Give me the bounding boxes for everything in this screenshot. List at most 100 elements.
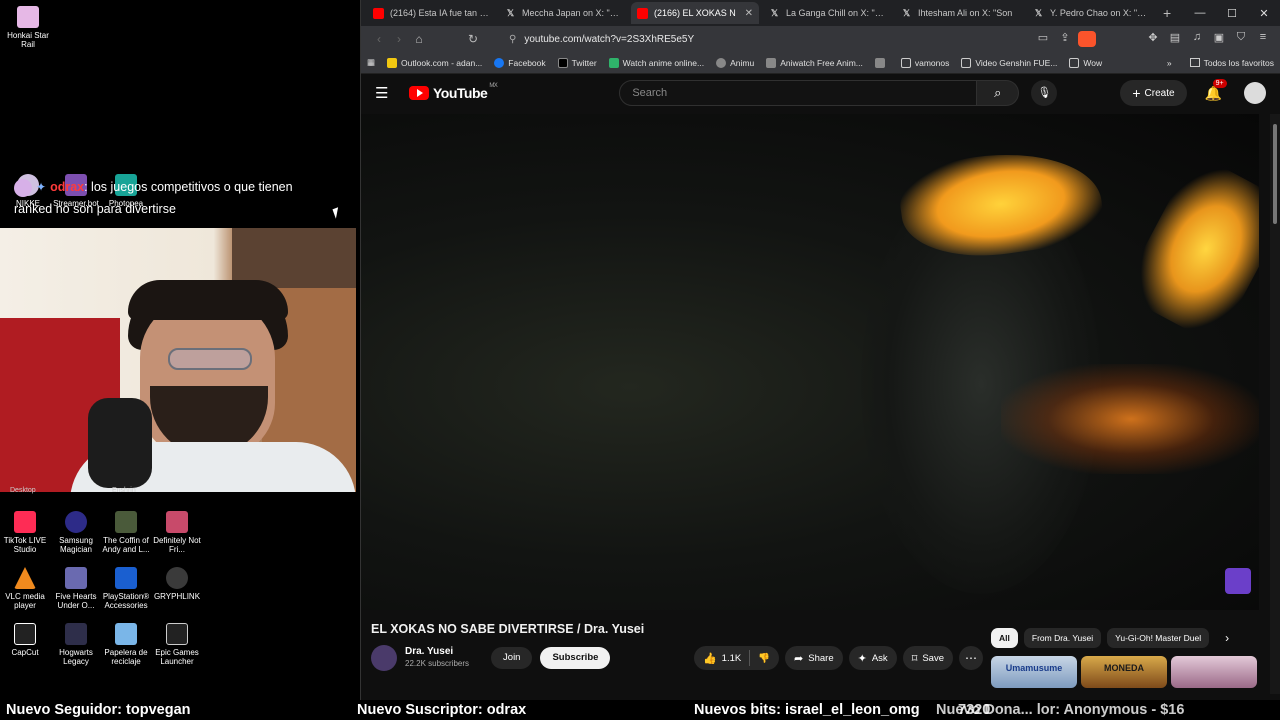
channel-name[interactable]: Dra. Yusei <box>405 646 469 658</box>
scrollbar-thumb[interactable] <box>1273 124 1277 224</box>
join-button[interactable]: Join <box>491 647 533 669</box>
window-controls: — ☐ ✕ <box>1184 7 1280 20</box>
desktop-icon-honkai[interactable]: Honkai Star Rail <box>0 6 56 49</box>
desktop-icon-epic-games[interactable]: Epic Games Launcher <box>149 623 205 666</box>
desktop-icon-label: Honkai Star Rail <box>7 31 49 49</box>
page-scrollbar[interactable] <box>1270 114 1280 694</box>
share-button[interactable]: ➦ Share <box>785 646 843 670</box>
desktop-icon-playstation-accessories[interactable]: PlayStation® Accessories <box>98 567 154 610</box>
thumbs-down-icon[interactable]: 👎 <box>758 653 779 664</box>
wallet-icon[interactable]: ▣ <box>1210 31 1228 47</box>
share-icon: ➦ <box>794 652 804 665</box>
thumbs-up-icon[interactable]: 👍 <box>703 652 717 665</box>
bookmark-item[interactable]: Watch anime online... <box>608 57 704 68</box>
ask-button[interactable]: ✦ Ask <box>848 646 897 670</box>
browser-tab[interactable]: 𝕏 Y. Pedro Chao on X: "@lun <box>1027 2 1155 24</box>
extensions-icon[interactable]: ✥ <box>1144 31 1162 47</box>
apps-icon[interactable]: ▦ <box>367 57 375 68</box>
x-favicon-icon: 𝕏 <box>770 7 779 18</box>
chevron-right-icon[interactable]: › <box>1225 631 1229 645</box>
search-input[interactable] <box>619 80 978 106</box>
stream-alert-ticker: Nuevo Seguidor: topvegan Nuevo Suscripto… <box>0 700 1280 720</box>
back-icon[interactable]: ‹ <box>369 32 389 46</box>
notifications-button[interactable]: 🔔 9+ <box>1205 78 1227 102</box>
bookmark-item[interactable]: Facebook <box>494 57 546 68</box>
menu-icon[interactable]: ≡ <box>1254 31 1272 47</box>
create-button[interactable]: + Create <box>1120 80 1187 106</box>
chat-badge-icon <box>14 178 32 197</box>
bookmark-folder[interactable]: vamonos <box>900 57 949 68</box>
search-button[interactable]: ⌕ <box>977 80 1020 106</box>
desktop-icon-samsung-magician[interactable]: Samsung Magician <box>48 511 104 554</box>
bookmark-item[interactable]: Twitter <box>557 57 597 68</box>
new-tab-icon[interactable]: + <box>1163 5 1171 21</box>
sidebar-icon[interactable]: ▤ <box>1166 31 1184 47</box>
related-video-thumbnail[interactable]: Umamusume <box>991 656 1077 688</box>
subscribe-button[interactable]: Subscribe <box>540 647 611 669</box>
chip-all[interactable]: All <box>991 628 1018 648</box>
brave-shields-icon[interactable] <box>1078 31 1096 47</box>
microphone-icon: 🎙 <box>1037 87 1052 99</box>
reload-icon[interactable]: ↻ <box>463 32 483 46</box>
close-tab-icon[interactable]: ✕ <box>745 8 753 19</box>
more-actions-icon[interactable]: ⋯ <box>959 646 983 670</box>
related-video-thumbnail[interactable]: MONEDA <box>1081 656 1167 688</box>
chip-from-channel[interactable]: From Dra. Yusei <box>1023 628 1102 648</box>
voice-search-button[interactable]: 🎙 <box>1031 80 1058 106</box>
hamburger-menu-icon[interactable]: ☰ <box>375 84 395 102</box>
like-count[interactable]: 1.1K <box>722 653 742 664</box>
maximize-icon[interactable]: ☐ <box>1216 7 1248 20</box>
screen: Honkai Star Rail NIKKE Streamer.bot Phot… <box>0 0 1280 720</box>
browser-tab[interactable]: 𝕏 Ihtesham Ali on X: "Son <box>895 2 1023 24</box>
video-title: EL XOKAS NO SABE DIVERTIRSE / Dra. Yusei <box>371 622 645 636</box>
bookmark-page-icon[interactable]: ⚲ <box>509 34 516 45</box>
bookmark-folder[interactable]: Wow <box>1069 57 1102 68</box>
channel-avatar[interactable] <box>371 645 397 671</box>
bookmark-item[interactable]: Outlook.com - adan... <box>387 57 482 68</box>
minimize-icon[interactable]: — <box>1184 7 1216 20</box>
desktop-icon-gryphlink[interactable]: GRYPHLINK <box>149 567 205 601</box>
youtube-logo[interactable]: YouTube MX <box>409 83 498 101</box>
honkai-icon <box>17 6 39 28</box>
browser-tab[interactable]: 𝕏 Meccha Japan on X: "Poké <box>499 2 627 24</box>
browser-tab-active[interactable]: (2166) EL XOKAS N ✕ <box>631 2 759 24</box>
desktop-icon-tiktok-live[interactable]: TikTok LIVE Studio <box>0 511 53 554</box>
media-icon[interactable]: ♫ <box>1188 31 1206 47</box>
related-filter-chips: All From Dra. Yusei Yu-Gi-Oh! Master Due… <box>991 628 1229 648</box>
desktop-icon-hogwarts-legacy[interactable]: Hogwarts Legacy <box>48 623 104 666</box>
desktop-icon-definitely-not-fri[interactable]: Definitely Not Fri... <box>149 511 205 554</box>
bookmark-folder[interactable]: Video Genshin FUE... <box>961 57 1057 68</box>
recycle-bin-icon <box>115 623 137 645</box>
video-player[interactable] <box>361 114 1259 610</box>
address-bar[interactable]: ↻ ⚲ youtube.com/watch?v=2S3XhRE5e5Y <box>468 32 949 46</box>
close-window-icon[interactable]: ✕ <box>1248 7 1280 20</box>
vpn-icon[interactable]: ⛉ <box>1232 31 1250 47</box>
desktop-icon-recycle-bin[interactable]: Papelera de reciclaje <box>98 623 154 666</box>
chevron-right-icon[interactable]: » <box>1167 58 1172 68</box>
bookmark-item[interactable]: Animu <box>716 57 754 68</box>
chip-topic[interactable]: Yu-Gi-Oh! Master Duel <box>1107 628 1210 648</box>
desktop-icon-coffin-of-andy[interactable]: The Coffin of Andy and L... <box>98 511 154 554</box>
browser-tab[interactable]: (2164) Esta IA fue tan realis <box>367 2 495 24</box>
desktop-icon-five-hearts[interactable]: Five Hearts Under O... <box>48 567 104 610</box>
facebook-icon <box>494 57 505 68</box>
desktop-icon-capcut[interactable]: CapCut <box>0 623 53 657</box>
channel-watermark-icon[interactable] <box>1225 568 1251 594</box>
account-avatar[interactable] <box>1244 82 1266 104</box>
desktop-icon-vlc[interactable]: VLC media player <box>0 567 53 610</box>
related-video-thumbnail[interactable] <box>1171 656 1257 688</box>
youtube-header: ☰ YouTube MX ⌕ 🎙 +Create 🔔 9+ <box>361 74 1280 112</box>
youtube-favicon-icon <box>637 7 648 19</box>
browser-tab[interactable]: 𝕏 La Ganga Chill on X: "Aclar <box>763 2 891 24</box>
cast-icon[interactable]: ▭ <box>1034 31 1052 47</box>
share-page-icon[interactable]: ⇪ <box>1056 31 1074 47</box>
home-icon[interactable]: ⌂ <box>409 32 429 46</box>
forward-icon[interactable]: › <box>389 32 409 46</box>
gryphlink-icon <box>166 567 188 589</box>
save-button[interactable]: ⌑ Save <box>902 646 953 670</box>
bookmark-item[interactable] <box>874 57 889 68</box>
all-bookmarks[interactable]: » Todos los favoritos <box>1167 58 1274 68</box>
subscriber-count: 22.2K subscribers <box>405 659 470 668</box>
bookmark-icon: ⌑ <box>911 652 918 665</box>
bookmark-item[interactable]: Aniwatch Free Anim... <box>766 57 863 68</box>
